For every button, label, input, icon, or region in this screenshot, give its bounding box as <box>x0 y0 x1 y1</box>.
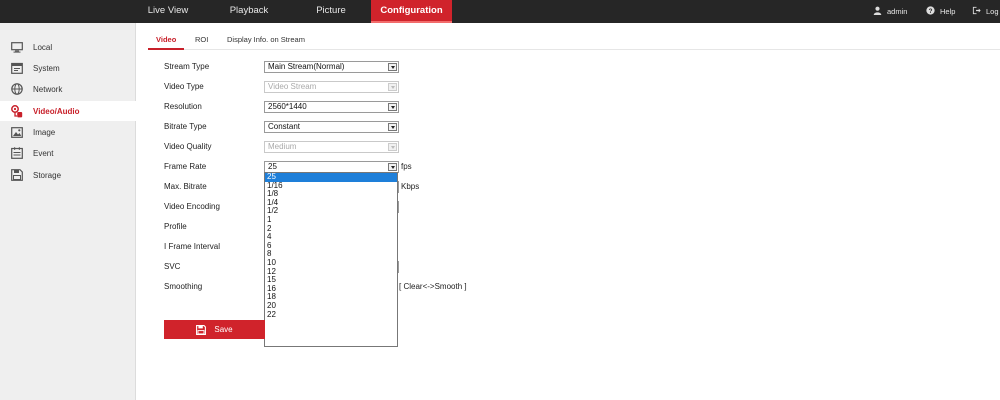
chevron-down-icon <box>388 103 397 111</box>
resolution-value: 2560*1440 <box>268 102 307 111</box>
video-quality-value: Medium <box>268 142 297 151</box>
nav-live-view[interactable]: Live View <box>134 0 202 23</box>
chevron-down-icon <box>388 143 397 151</box>
chevron-down-icon <box>388 63 397 71</box>
help-link[interactable]: ? Help <box>926 0 955 23</box>
nav-picture[interactable]: Picture <box>297 0 365 23</box>
frame-rate-option[interactable]: 6 <box>265 241 397 251</box>
sidebar: Local System Network Video/Audio Image E… <box>0 23 136 400</box>
event-icon <box>11 147 23 159</box>
sidebar-item-label: System <box>33 63 60 73</box>
username-label: admin <box>887 7 908 16</box>
smoothing-hint: [ Clear<->Smooth ] <box>399 282 467 291</box>
fps-unit: fps <box>401 162 412 171</box>
frame-rate-option[interactable]: 1/8 <box>265 190 397 199</box>
resolution-select[interactable]: 2560*1440 <box>264 101 399 113</box>
video-type-label: Video Type <box>164 82 204 91</box>
smoothing-label: Smoothing <box>164 282 203 291</box>
help-label: Help <box>940 7 956 16</box>
user-icon <box>873 6 882 17</box>
tab-display-info[interactable]: Display Info. on Stream <box>227 35 305 44</box>
frame-rate-option[interactable]: 1/4 <box>265 198 397 208</box>
max-bitrate-label: Max. Bitrate <box>164 182 207 191</box>
resolution-label: Resolution <box>164 102 202 111</box>
tab-video[interactable]: Video <box>156 35 176 44</box>
active-tab-indicator <box>148 48 184 50</box>
frame-rate-option[interactable]: 25 <box>265 172 397 182</box>
frame-rate-option[interactable]: 8 <box>265 250 397 259</box>
sidebar-item-label: Image <box>33 127 56 137</box>
video-type-select: Video Stream <box>264 81 399 93</box>
sidebar-item-label: Event <box>33 148 54 158</box>
video-quality-select: Medium <box>264 141 399 153</box>
chevron-down-icon <box>388 163 397 171</box>
frame-rate-option[interactable]: 12 <box>265 267 397 277</box>
video-audio-icon <box>11 104 23 117</box>
sidebar-item-label: Storage <box>33 170 62 180</box>
sidebar-item-system[interactable]: System <box>0 58 136 78</box>
frame-rate-option[interactable]: 10 <box>265 258 397 268</box>
chevron-down-icon <box>388 83 397 91</box>
stream-type-value: Main Stream(Normal) <box>268 62 345 71</box>
nav-configuration[interactable]: Configuration <box>371 0 452 23</box>
system-icon <box>11 62 23 74</box>
frame-rate-option[interactable]: 1 <box>265 215 397 225</box>
chevron-down-icon <box>388 123 397 131</box>
sidebar-item-label: Local <box>33 42 53 52</box>
logout-link[interactable]: Log <box>972 0 999 23</box>
svg-text:?: ? <box>929 8 933 15</box>
frame-rate-option[interactable]: 2 <box>265 224 397 234</box>
frame-rate-option[interactable]: 15 <box>265 276 397 285</box>
sidebar-item-storage[interactable]: Storage <box>0 165 136 185</box>
frame-rate-option[interactable]: 1/2 <box>265 207 397 216</box>
bitrate-type-label: Bitrate Type <box>164 122 207 131</box>
stream-type-label: Stream Type <box>164 62 210 71</box>
svc-label: SVC <box>164 262 181 271</box>
frame-rate-option[interactable]: 16 <box>265 284 397 294</box>
globe-icon <box>11 83 23 95</box>
frame-rate-option[interactable]: 4 <box>265 233 397 242</box>
logout-icon <box>972 6 981 17</box>
top-nav-bar: Live View Playback Picture Configuration… <box>0 0 1000 23</box>
bitrate-type-select[interactable]: Constant <box>264 121 399 133</box>
stream-type-select[interactable]: Main Stream(Normal) <box>264 61 399 73</box>
logout-label: Log <box>986 7 999 16</box>
video-encoding-label: Video Encoding <box>164 202 220 211</box>
profile-label: Profile <box>164 222 187 231</box>
image-icon <box>11 126 23 138</box>
sidebar-item-label: Network <box>33 84 63 94</box>
monitor-icon <box>11 41 23 53</box>
bitrate-type-value: Constant <box>268 122 301 131</box>
video-type-value: Video Stream <box>268 82 317 91</box>
frame-rate-option[interactable]: 20 <box>265 301 397 311</box>
frame-rate-option[interactable]: 18 <box>265 293 397 302</box>
tab-roi[interactable]: ROI <box>195 35 208 44</box>
sidebar-item-local[interactable]: Local <box>0 37 136 57</box>
frame-rate-option[interactable]: 1/16 <box>265 181 397 191</box>
save-button[interactable]: Save <box>164 320 265 339</box>
frame-rate-option[interactable]: 22 <box>265 310 397 320</box>
nav-playback[interactable]: Playback <box>214 0 284 23</box>
frame-rate-dropdown-list[interactable]: 25 1/16 1/8 1/4 1/2 1 2 4 6 8 10 12 15 16 18 20 22 <box>264 172 398 347</box>
sidebar-item-label: Video/Audio <box>33 106 80 116</box>
sidebar-item-video-audio[interactable]: Video/Audio <box>0 101 136 121</box>
sidebar-item-network[interactable]: Network <box>0 79 136 99</box>
tab-divider <box>148 49 1000 50</box>
frame-rate-label: Frame Rate <box>164 162 207 171</box>
storage-icon <box>11 169 23 181</box>
help-icon: ? <box>926 6 935 17</box>
save-label: Save <box>214 325 233 334</box>
sidebar-item-image[interactable]: Image <box>0 122 136 142</box>
kbps-unit: Kbps <box>401 182 420 191</box>
frame-rate-value: 25 <box>268 162 277 171</box>
i-frame-interval-label: I Frame Interval <box>164 242 221 251</box>
sidebar-item-event[interactable]: Event <box>0 143 136 163</box>
user-menu[interactable]: admin <box>873 0 907 23</box>
save-icon <box>196 324 207 335</box>
video-quality-label: Video Quality <box>164 142 212 151</box>
